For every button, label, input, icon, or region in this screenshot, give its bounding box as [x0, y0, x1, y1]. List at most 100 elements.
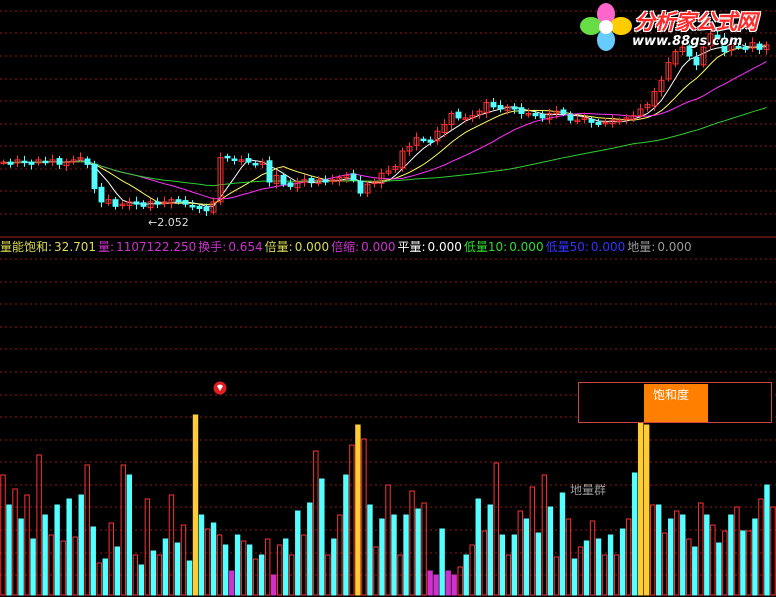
volume-bar [391, 514, 397, 596]
candle-body [588, 118, 595, 123]
candle-body [189, 204, 196, 208]
candle-body [133, 201, 140, 205]
candle-body [154, 201, 161, 205]
low-price-annotation: ←2.052 [148, 216, 189, 229]
candle-body [98, 186, 105, 203]
volume-bar [48, 534, 54, 596]
volume-bar [379, 518, 385, 596]
volume-bar [114, 546, 121, 596]
volume-bar [662, 532, 668, 596]
logo-url: www.88gs.com [632, 34, 743, 49]
indicator-status-bar: 量能饱和: 32.701 量: 1107122.250 换手: 0.654 倍量: 0.000… [0, 238, 776, 256]
candle-body [231, 158, 238, 162]
volume-bar [150, 550, 157, 596]
status-value: 0.654 [228, 240, 263, 254]
candlestick-series [0, 30, 770, 217]
candle-body [182, 200, 189, 205]
candle-body [21, 160, 28, 164]
volume-bar [535, 532, 542, 596]
candle-body [427, 139, 434, 143]
volume-bar [301, 534, 307, 596]
status-value: 0.000 [509, 240, 544, 254]
volume-bar [12, 488, 18, 596]
volume-bar [355, 424, 361, 596]
volume-bar [439, 528, 445, 596]
volume-bar [319, 478, 325, 596]
volume-bar [710, 524, 716, 596]
status-value: 0.000 [427, 240, 462, 254]
volume-bar [740, 530, 746, 596]
volume-bar [511, 534, 518, 596]
volume-bar [108, 522, 114, 596]
volume-bar [698, 502, 704, 596]
volume-bar [180, 524, 187, 596]
candle-body [42, 160, 49, 164]
volume-bar [295, 510, 301, 596]
status-value: 32.701 [54, 240, 97, 254]
volume-bar [222, 544, 229, 596]
status-item: 低量10: [463, 240, 508, 254]
volume-bar [367, 504, 373, 596]
ma-line-60 [3, 107, 767, 187]
volume-bar [144, 498, 151, 596]
volume-bar [716, 542, 722, 596]
candle-body [455, 111, 462, 119]
volume-bar [746, 530, 752, 596]
volume-bar [643, 424, 650, 596]
volume-bar [162, 538, 169, 596]
candle-body [308, 177, 315, 183]
candle-body [266, 160, 273, 183]
volume-bars [0, 414, 776, 596]
volume-bar [686, 538, 692, 596]
volume-bar [571, 558, 578, 596]
candle-body [28, 161, 35, 165]
candle-body [518, 107, 525, 114]
volume-bar [240, 540, 247, 596]
candle-body [322, 179, 329, 183]
candle-body [539, 113, 546, 119]
volume-bar [607, 534, 614, 596]
saturation-swatch: 饱和度 [644, 384, 708, 422]
low-volume-group-label: 地量群 [570, 483, 607, 497]
volume-bar [487, 504, 493, 596]
volume-bar [475, 498, 481, 596]
candle-body [497, 105, 504, 110]
candle-body [532, 112, 539, 117]
volume-bar [186, 560, 193, 596]
candle-body [196, 205, 203, 210]
volume-bar [168, 494, 175, 596]
volume-bar [72, 536, 78, 596]
volume-bar [18, 518, 24, 596]
volume-bar [102, 558, 108, 596]
volume-bar [433, 574, 439, 596]
volume-bar [0, 474, 6, 596]
status-item: 量能饱和: [0, 240, 53, 254]
volume-bar [529, 486, 536, 596]
candle-body [560, 109, 567, 114]
status-value: 0.000 [294, 240, 330, 254]
candle-body [224, 155, 231, 159]
volume-bar [385, 484, 391, 596]
volume-bar [66, 498, 72, 596]
candle-body [175, 199, 182, 203]
volume-bar [752, 518, 758, 596]
volume-bar [595, 538, 602, 596]
volume-bar [198, 514, 205, 596]
volume-bar [704, 514, 710, 596]
volume-bar [36, 454, 42, 596]
candle-body [595, 121, 602, 126]
candle-body [91, 163, 98, 190]
volume-bar [637, 414, 644, 596]
volume-bar [54, 504, 60, 596]
volume-bar [204, 528, 211, 596]
volume-bar [228, 570, 235, 596]
candle-body [420, 138, 427, 142]
volume-bar [457, 566, 463, 596]
volume-bar [252, 558, 259, 596]
saturation-label: 饱和度 [653, 388, 690, 402]
volume-bar [649, 504, 656, 596]
saturation-legend: 饱和度 [578, 382, 772, 423]
candle-body [7, 161, 14, 165]
volume-bar [283, 538, 289, 596]
site-logo: 分析家公式网 www.88gs.com [578, 2, 774, 54]
